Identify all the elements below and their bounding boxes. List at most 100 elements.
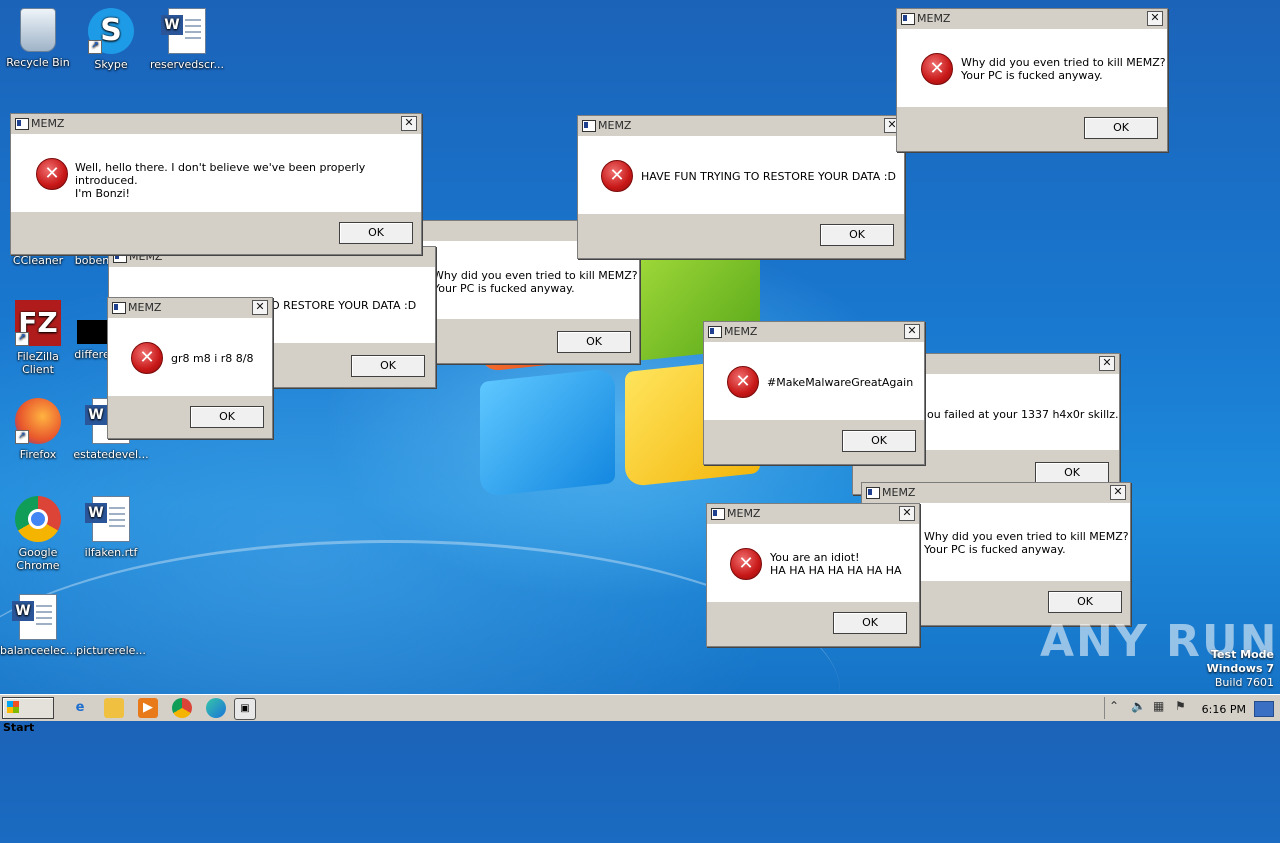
memz-dialog[interactable]: MEMZ ✕ ✕ Well, hello there. I don't belie…: [10, 113, 422, 255]
dialog-message: HAVE FUN TRYING TO RESTORE YOUR DATA :D: [641, 170, 896, 183]
flag-icon[interactable]: ⚑: [1175, 699, 1186, 713]
file-icon: [88, 594, 134, 640]
show-desktop-icon[interactable]: [1254, 701, 1274, 717]
desktop-icon-differe[interactable]: differe: [72, 300, 112, 361]
dialog-message: Why did you even tried to kill MEMZ? You…: [961, 56, 1166, 82]
memz-dialog[interactable]: MEMZ ✕ ✕ You are an idiot! HA HA HA HA HA…: [706, 503, 920, 647]
test-mode-line: Windows 7: [1206, 662, 1274, 675]
memz-app-icon: [112, 302, 126, 314]
memz-taskbar-icon[interactable]: ▣: [234, 698, 256, 720]
desktop-icon-filezilla[interactable]: FZ ↗ FileZilla Client: [0, 300, 76, 376]
ok-button[interactable]: OK: [842, 430, 916, 452]
error-icon: ✕: [727, 366, 759, 398]
dialog-title: MEMZ: [882, 486, 916, 499]
dialog-message: Well, hello there. I don't believe we've…: [75, 161, 366, 200]
dialog-message: You are an idiot! HA HA HA HA HA HA HA: [770, 551, 902, 577]
system-tray: ⌃ 🔈 ▦ ⚑ 6:16 PM: [1104, 697, 1280, 719]
desktop-icon-firefox[interactable]: ↗ Firefox: [0, 398, 76, 461]
dialog-message: gr8 m8 i r8 8/8: [171, 352, 254, 365]
skype-icon: S ↗: [88, 8, 134, 54]
desktop-icon-reservedscr[interactable]: W reservedscr...: [149, 8, 225, 71]
close-icon[interactable]: ✕: [252, 300, 268, 315]
test-mode-line: Build 7601: [1214, 676, 1274, 689]
filezilla-icon: FZ ↗: [15, 300, 61, 346]
ok-button[interactable]: OK: [1084, 117, 1158, 139]
chrome-icon[interactable]: [172, 698, 192, 718]
desktop-icon-label: Skype: [94, 58, 128, 71]
media-player-icon[interactable]: ▶: [138, 698, 158, 718]
desktop-icon-balanceelec[interactable]: W balanceelec...: [0, 594, 76, 657]
ok-button[interactable]: OK: [190, 406, 264, 428]
desktop-icon-picturerele[interactable]: picturerele...: [73, 594, 149, 657]
desktop-icon-skype[interactable]: S ↗ Skype: [73, 8, 149, 71]
desktop-icon-ilfaken[interactable]: W ilfaken.rtf: [73, 496, 149, 559]
desktop-icon-label: differe: [74, 348, 110, 361]
memz-dialog[interactable]: MEMZ ✕ ✕ Why did you even tried to kill M…: [896, 8, 1168, 152]
dialog-message: #MakeMalwareGreatAgain: [767, 376, 914, 389]
dialog-message: ou failed at your 1337 h4x0r skillz.: [927, 408, 1119, 421]
ok-button[interactable]: OK: [1048, 591, 1122, 613]
desktop-icon-chrome[interactable]: Google Chrome: [0, 496, 76, 572]
chrome-icon: [15, 496, 61, 542]
memz-dialog[interactable]: MEMZ ✕ ✕ #MakeMalwareGreatAgain OK: [703, 321, 925, 465]
clock[interactable]: 6:16 PM: [1202, 703, 1246, 716]
explorer-icon[interactable]: [104, 698, 124, 718]
memz-app-icon: [711, 508, 725, 520]
word-document-icon: W: [85, 496, 130, 542]
close-icon[interactable]: ✕: [401, 116, 417, 131]
memz-app-icon: [708, 326, 722, 338]
desktop-icon-label: estatedevel...: [73, 448, 149, 461]
ok-button[interactable]: OK: [351, 355, 425, 377]
desktop-icon-label: Firefox: [19, 448, 57, 461]
close-icon[interactable]: ✕: [1099, 356, 1115, 371]
dialog-title: MEMZ: [917, 12, 951, 25]
memz-app-icon: [866, 487, 880, 499]
start-button[interactable]: Start: [2, 697, 54, 734]
dialog-title: MEMZ: [598, 119, 632, 132]
memz-dialog[interactable]: MEMZ ✕ ✕ gr8 m8 i r8 8/8 OK: [107, 297, 273, 439]
desktop-icon-label: FileZilla Client: [17, 350, 59, 376]
error-icon: ✕: [601, 160, 633, 192]
speaker-icon[interactable]: 🔈: [1131, 699, 1146, 713]
dialog-title: MEMZ: [727, 507, 761, 520]
chevron-up-icon[interactable]: ⌃: [1109, 699, 1119, 713]
dialog-title: MEMZ: [724, 325, 758, 338]
desktop-icon-label: ilfaken.rtf: [84, 546, 138, 559]
windows-icon: [7, 701, 19, 713]
ok-button[interactable]: OK: [820, 224, 894, 246]
taskbar: Start e ▶ ▣ ⌃ 🔈 ▦ ⚑ 6:16 PM: [0, 694, 1280, 734]
word-document-icon: W: [161, 8, 206, 54]
edge-icon[interactable]: [206, 698, 226, 718]
desktop-icon-label: picturerele...: [76, 644, 146, 657]
recycle-bin-icon: [20, 8, 56, 52]
dialog-message: Why did you even tried to kill MEMZ? You…: [924, 530, 1129, 556]
memz-dialog[interactable]: MEMZ ✕ ✕ HAVE FUN TRYING TO RESTORE YOUR …: [577, 115, 905, 259]
desktop-icon-label: boben: [74, 254, 110, 267]
error-icon: ✕: [36, 158, 68, 190]
memz-app-icon: [582, 120, 596, 132]
close-icon[interactable]: ✕: [904, 324, 920, 339]
word-document-icon: W: [12, 594, 57, 640]
network-icon[interactable]: ▦: [1153, 699, 1164, 713]
dialog-title: MEMZ: [128, 301, 162, 314]
test-mode-watermark: Test Mode Windows 7 Build 7601: [1207, 648, 1274, 690]
ie-icon[interactable]: e: [70, 698, 90, 718]
ok-button[interactable]: OK: [339, 222, 413, 244]
close-icon[interactable]: ✕: [1147, 11, 1163, 26]
desktop-icon-label: balanceelec...: [0, 644, 77, 657]
memz-app-icon: [15, 118, 29, 130]
desktop-icon-recycle-bin[interactable]: Recycle Bin: [0, 8, 76, 69]
desktop-icon-label: Recycle Bin: [6, 56, 70, 69]
error-icon: ✕: [131, 342, 163, 374]
ok-button[interactable]: OK: [557, 331, 631, 353]
error-icon: ✕: [921, 53, 953, 85]
black-file-icon: [77, 320, 107, 344]
desktop-icon-label: Google Chrome: [16, 546, 60, 572]
test-mode-line: Test Mode: [1211, 648, 1274, 661]
dialog-message: Why did you even tried to kill MEMZ? You…: [433, 269, 638, 295]
ok-button[interactable]: OK: [833, 612, 907, 634]
ok-button[interactable]: OK: [1035, 462, 1109, 484]
close-icon[interactable]: ✕: [899, 506, 915, 521]
close-icon[interactable]: ✕: [1110, 485, 1126, 500]
start-label: Start: [3, 721, 35, 734]
